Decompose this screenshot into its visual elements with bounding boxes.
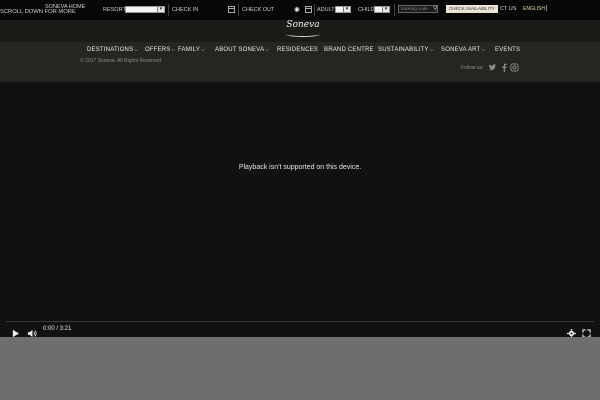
booking-code-placeholder: booking code (401, 6, 428, 11)
check-out-label: CHECK OUT (242, 7, 275, 13)
resort-select[interactable]: ▾ (125, 6, 165, 13)
progress-bar[interactable] (6, 321, 594, 322)
chevron-down-icon: ▾ (343, 7, 350, 12)
resort-label: RESORT (103, 7, 126, 13)
check-in-calendar-icon[interactable] (228, 6, 235, 13)
divider (394, 4, 395, 16)
copyright-text: © 2017 Soneva. All Rights Reserved. (80, 58, 163, 64)
check-availability-button[interactable]: CHECK AVAILABILITY (446, 5, 498, 13)
chevron-down-icon: ⌵ (265, 47, 270, 53)
playback-message: Playback isn't supported on this device. (238, 164, 362, 171)
nav-item-soneva-art[interactable]: SONEVA ART⌵ (441, 47, 485, 53)
nav-item-brand-centre[interactable]: BRAND CENTRE (324, 47, 374, 53)
nav-item-residences[interactable]: RESIDENCES (277, 47, 318, 53)
chevron-down-icon: ⌵ (201, 47, 206, 53)
check-in-label: CHECK IN (172, 7, 199, 13)
nav-item-events[interactable]: EVENTS (495, 47, 520, 53)
video-player[interactable]: Playback isn't supported on this device.… (0, 82, 600, 338)
volume-icon[interactable] (27, 325, 37, 338)
divider (546, 5, 547, 11)
twitter-icon[interactable] (488, 63, 497, 72)
scroll-hint: SCROLL DOWN FOR MORE (0, 9, 76, 15)
chevron-down-icon: ⌵ (134, 47, 139, 53)
soneva-logo[interactable]: Soneva (278, 14, 328, 42)
follow-us-label: Follow us: (461, 65, 484, 71)
chevron-down-icon: ▾ (157, 7, 164, 12)
chevron-down-icon: ▾ (382, 7, 389, 12)
booking-code-input[interactable]: booking code (398, 5, 438, 13)
search-icon[interactable]: ⚲ (433, 5, 437, 12)
nav-item-destinations[interactable]: DESTINATIONS⌵ (87, 47, 138, 53)
nav-item-offers[interactable]: OFFERS⌵ (145, 47, 176, 53)
logo-text: Soneva (286, 20, 320, 30)
divider (168, 4, 169, 16)
play-icon[interactable] (11, 325, 20, 338)
child-label: CHILD (358, 7, 375, 13)
nav-item-sustainability[interactable]: SUSTAINABILITY⌵ (378, 47, 434, 53)
sun-icon: ✺ (294, 7, 300, 14)
logo-swoosh (286, 32, 320, 37)
facebook-icon[interactable] (500, 63, 509, 72)
child-select[interactable]: ▾ (374, 6, 390, 13)
language-link[interactable]: ENGLISH (523, 6, 545, 12)
video-controls: 0:00 / 3:21 (0, 321, 600, 338)
nav-item-about-soneva[interactable]: ABOUT SONEVA⌵ (215, 47, 269, 53)
page-background (0, 337, 600, 400)
chevron-down-icon: ⌵ (481, 47, 486, 53)
adult-label: ADULT (317, 7, 335, 13)
chevron-down-icon: ⌵ (429, 47, 434, 53)
adult-select[interactable]: ▾ (335, 6, 351, 13)
main-nav: DESTINATIONS⌵ OFFERS⌵ FAMILY⌵ ABOUT SONE… (0, 47, 600, 57)
settings-gear-icon[interactable] (567, 325, 576, 338)
fullscreen-icon[interactable] (582, 325, 591, 338)
divider (238, 4, 239, 16)
check-out-calendar-icon[interactable] (305, 6, 312, 13)
time-display: 0:00 / 3:21 (43, 326, 72, 332)
nav-item-family[interactable]: FAMILY⌵ (178, 47, 205, 53)
chevron-down-icon: ⌵ (171, 47, 176, 53)
instagram-icon[interactable] (510, 63, 519, 72)
contact-us-link[interactable]: CT US (500, 6, 516, 12)
